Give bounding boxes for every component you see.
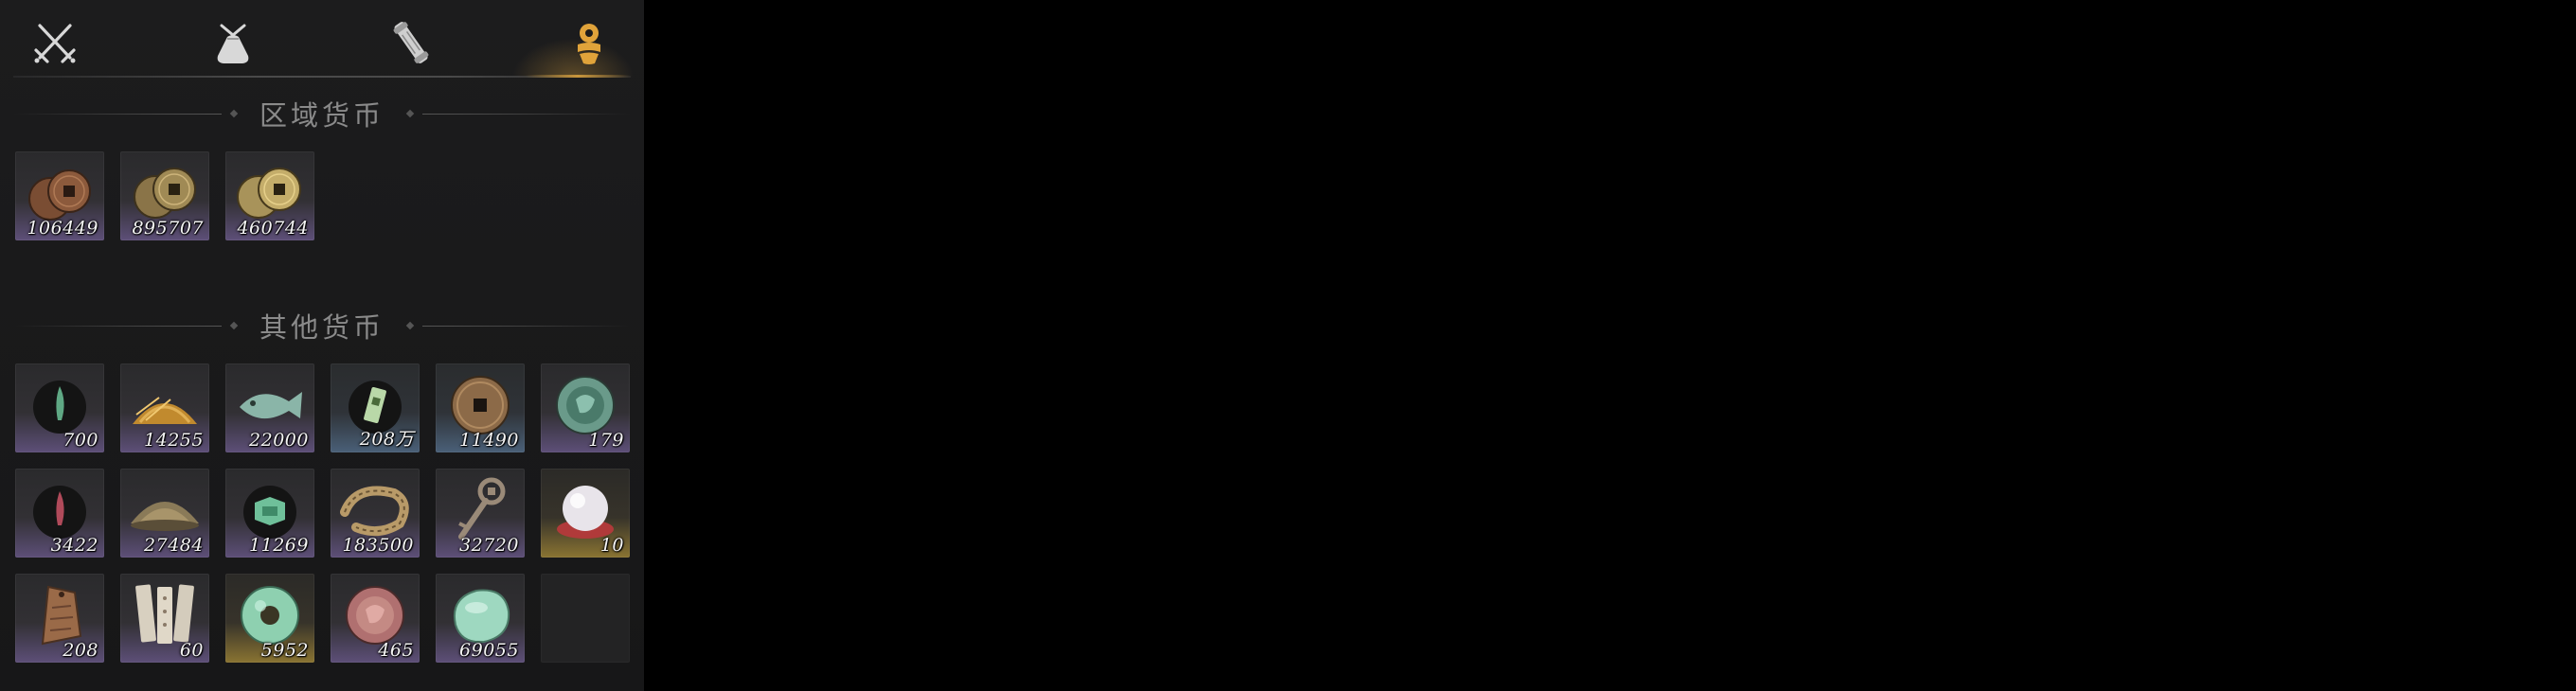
item-count: 208万 (359, 429, 414, 450)
regional-currency-header: 区域货币 (13, 95, 632, 133)
currency-slot[interactable]: 460744 (225, 151, 314, 240)
currency-icon (578, 24, 600, 64)
currency-slot[interactable]: 208 (15, 574, 104, 663)
other-currency-grid: 700 14255 22000 208万 11490 179 3422 27484 11269 1… (15, 363, 630, 663)
tab-pouch[interactable] (195, 9, 271, 76)
currency-slot[interactable]: 895707 (120, 151, 209, 240)
jade-feather-icon (33, 381, 86, 434)
currency-slot[interactable]: 700 (15, 363, 104, 452)
copper-tablet-icon (41, 585, 82, 646)
scroll-icon (393, 22, 429, 63)
item-count: 22000 (249, 430, 309, 451)
tab-equipment[interactable] (17, 9, 93, 76)
bronze-coins-icon (134, 168, 196, 219)
item-count: 460744 (237, 218, 309, 239)
regional-currency-grid: 106449 895707 460744 (15, 151, 630, 240)
active-tab-underline (526, 75, 630, 78)
tab-scrolls[interactable] (373, 9, 449, 76)
currency-slot[interactable]: 14255 (120, 363, 209, 452)
gold-coins-icon (237, 168, 301, 219)
currency-slot[interactable]: 106449 (15, 151, 104, 240)
jade-medallion-icon (556, 376, 615, 434)
currency-slot[interactable]: 69055 (436, 574, 525, 663)
currency-slot[interactable]: 11269 (225, 469, 314, 558)
item-count: 14255 (144, 430, 204, 451)
currency-slot[interactable]: 10 (541, 469, 630, 558)
item-count: 208 (63, 640, 98, 661)
currency-slot[interactable]: 183500 (331, 469, 420, 558)
currency-slot[interactable]: 208万 (331, 363, 420, 452)
item-count: 895707 (132, 218, 204, 239)
currency-slot[interactable]: 27484 (120, 469, 209, 558)
tab-currency[interactable] (551, 9, 627, 76)
item-count: 106449 (27, 218, 98, 239)
currency-slot[interactable]: 11490 (436, 363, 525, 452)
item-count: 69055 (459, 640, 519, 661)
item-count: 11269 (249, 535, 309, 556)
item-count: 27484 (144, 535, 204, 556)
item-count: 465 (378, 640, 414, 661)
other-currency-header: 其他货币 (13, 307, 632, 345)
item-count: 11490 (459, 430, 519, 451)
currency-slot[interactable]: 3422 (15, 469, 104, 558)
red-feather-icon (33, 486, 86, 539)
square-hole-coin-icon (451, 376, 510, 434)
silver-ingot-icon (131, 502, 199, 531)
currency-slot[interactable]: 5952 (225, 574, 314, 663)
paper-slips-icon (135, 584, 194, 644)
currency-panel: 区域货币 106449 895707 460744 其他货币 700 14255 220… (0, 0, 644, 691)
copper-coins-icon (28, 169, 91, 221)
empty-slot (541, 574, 630, 663)
jade-stone-icon (454, 589, 510, 644)
currency-slot[interactable]: 22000 (225, 363, 314, 452)
pouch-icon (217, 24, 249, 63)
pearl-icon (557, 486, 614, 539)
item-count: 3422 (50, 535, 98, 556)
currency-slot[interactable]: 60 (120, 574, 209, 663)
jade-fish-icon (240, 392, 302, 419)
currency-slot[interactable]: 465 (331, 574, 420, 663)
coin-string-icon (340, 486, 409, 537)
grain-pile-icon (133, 397, 197, 424)
currency-slot[interactable]: 179 (541, 363, 630, 452)
category-tabs (0, 0, 644, 78)
jade-disc-icon (241, 586, 299, 645)
crossed-swords-icon (34, 24, 76, 63)
item-count: 179 (588, 430, 624, 451)
item-count: 10 (599, 535, 624, 556)
item-count: 5952 (260, 640, 309, 661)
currency-slot[interactable]: 32720 (436, 469, 525, 558)
jade-token-icon (243, 486, 296, 539)
key-icon (458, 477, 506, 540)
section-title: 其他货币 (259, 311, 385, 344)
item-count: 32720 (459, 535, 519, 556)
item-count: 700 (63, 430, 98, 451)
item-count: 183500 (342, 535, 414, 556)
red-medallion-icon (346, 586, 404, 645)
section-title: 区域货币 (259, 99, 385, 132)
item-count: 60 (179, 640, 204, 661)
